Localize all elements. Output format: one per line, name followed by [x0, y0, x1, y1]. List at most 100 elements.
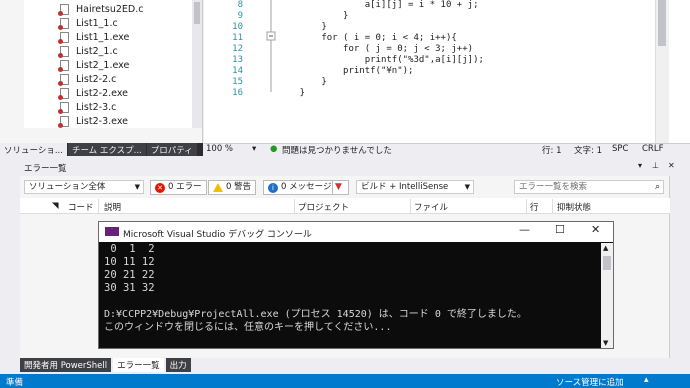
- line-number: 10: [232, 22, 243, 32]
- dropdown-arrow-icon[interactable]: ▾: [638, 161, 642, 170]
- maximize-icon[interactable]: ☐: [555, 223, 565, 236]
- column-header-description[interactable]: 説明: [104, 201, 121, 213]
- column-header-line[interactable]: 行: [530, 201, 539, 213]
- tab-properties[interactable]: プロパティ: [146, 143, 198, 156]
- error-icon: ✕: [155, 182, 165, 193]
- tree-item-file[interactable]: Hairetsu2ED.c: [24, 2, 192, 16]
- filter-icon: ▼: [335, 182, 342, 192]
- c-file-icon: [58, 3, 69, 16]
- console-scroll-thumb[interactable]: [603, 256, 611, 270]
- c-file-icon: [58, 45, 69, 58]
- column-header-file[interactable]: ファイル: [414, 201, 448, 213]
- visual-studio-icon: [105, 227, 119, 236]
- line-number: 15: [232, 77, 243, 87]
- column-divider[interactable]: [552, 199, 553, 213]
- solution-scroll-thumb[interactable]: [194, 2, 200, 24]
- console-title-bar[interactable]: Microsoft Visual Studio デバッグ コンソール — ☐ ✕: [99, 222, 613, 242]
- tree-item-file[interactable]: List1_1.exe: [24, 30, 192, 44]
- column-header-suppression[interactable]: 抑制状態: [557, 201, 591, 213]
- solution-tabs: ソリューショ... チーム エクスプ... プロパティ: [0, 143, 203, 156]
- tree-item-file[interactable]: List2-3.c: [24, 100, 192, 114]
- exe-file-icon: [58, 31, 69, 44]
- tree-item-file[interactable]: List2_1.exe: [24, 58, 192, 72]
- c-file-icon: [58, 17, 69, 30]
- zoom-dropdown-icon[interactable]: ▾: [252, 144, 256, 154]
- warnings-filter-button[interactable]: 0 警告: [208, 180, 257, 195]
- tree-item-file[interactable]: List2-2.exe: [24, 86, 192, 100]
- line-number: 12: [232, 44, 243, 54]
- code-line: }: [278, 88, 306, 98]
- errors-filter-button[interactable]: ✕ 0 エラー: [150, 180, 207, 195]
- code-line: printf("¥n");: [278, 66, 414, 76]
- line-indicator: 行: 1: [542, 146, 562, 156]
- zoom-select[interactable]: 100 %: [206, 144, 233, 154]
- error-search-input[interactable]: エラー一覧を検索 ⌕: [514, 180, 664, 194]
- status-bar: 準備 ソース管理に追加 ▴: [0, 374, 690, 388]
- info-icon: i: [268, 182, 278, 193]
- editor-scroll-thumb[interactable]: [658, 0, 666, 46]
- tab-output[interactable]: 出力: [165, 358, 191, 372]
- messages-filter-button[interactable]: i 0 メッセージ: [263, 180, 337, 195]
- tree-item-file[interactable]: List1_1.c: [24, 16, 192, 30]
- scroll-up-icon[interactable]: ▲: [603, 244, 608, 252]
- issues-status[interactable]: 問題は見つかりませんでした: [282, 144, 392, 156]
- chevron-up-icon[interactable]: ▴: [644, 375, 649, 385]
- c-file-icon: [58, 101, 69, 114]
- sort-icon[interactable]: ◥: [52, 201, 59, 211]
- console-output-line: 10 11 12: [104, 256, 155, 268]
- outline-margin: [266, 0, 276, 92]
- line-number: 14: [232, 66, 243, 76]
- filter-button[interactable]: ▼: [332, 180, 349, 195]
- scroll-down-icon[interactable]: ▼: [603, 339, 608, 347]
- column-divider[interactable]: [526, 199, 527, 213]
- tab-solution-explorer[interactable]: ソリューショ...: [0, 143, 68, 156]
- line-number: 11: [232, 33, 243, 43]
- search-placeholder: エラー一覧を検索: [519, 182, 588, 192]
- code-line: }: [278, 22, 327, 32]
- line-number: 9: [237, 11, 243, 21]
- code-line: }: [278, 77, 327, 87]
- exe-file-icon: [58, 59, 69, 72]
- ready-status: 準備: [6, 378, 24, 388]
- column-header-project[interactable]: プロジェクト: [298, 201, 349, 213]
- column-divider[interactable]: [294, 199, 295, 213]
- tab-team-explorer[interactable]: チーム エクスプ...: [67, 143, 147, 156]
- tree-item-file[interactable]: List2-3.exe: [24, 114, 192, 128]
- column-divider[interactable]: [410, 199, 411, 213]
- line-number: 8: [237, 0, 243, 10]
- pin-icon[interactable]: ⊥: [652, 161, 659, 170]
- chevron-down-icon: ▼: [134, 183, 140, 191]
- check-icon: ●: [270, 144, 278, 154]
- scope-select[interactable]: ソリューション全体 ▼: [24, 180, 144, 194]
- close-icon[interactable]: ✕: [668, 161, 675, 170]
- minimize-icon[interactable]: —: [519, 223, 530, 236]
- warning-icon: [213, 183, 223, 192]
- build-filter-select[interactable]: ビルド + IntelliSense ▼: [356, 180, 474, 194]
- add-to-source-control[interactable]: ソース管理に追加: [556, 376, 624, 388]
- whitespace-indicator[interactable]: SPC: [612, 144, 628, 154]
- line-number: 13: [232, 55, 243, 65]
- tree-item-file[interactable]: List2_1.c: [24, 44, 192, 58]
- column-header-code[interactable]: コード: [68, 201, 94, 213]
- close-icon[interactable]: ✕: [591, 223, 600, 236]
- line-number: 16: [232, 88, 243, 98]
- scope-value: ソリューション全体: [29, 182, 106, 192]
- error-list-title: エラー一覧: [24, 164, 67, 174]
- code-line: a[i][j] = i * 10 + j;: [278, 0, 479, 10]
- build-filter-value: ビルド + IntelliSense: [361, 182, 449, 192]
- column-divider[interactable]: [98, 199, 99, 213]
- code-line: printf("%3d",a[i][j]);: [278, 55, 484, 65]
- console-title: Microsoft Visual Studio デバッグ コンソール: [123, 230, 312, 240]
- tree-item-file[interactable]: List2-2.c: [24, 72, 192, 86]
- search-icon: ⌕: [654, 182, 660, 192]
- tab-developer-powershell[interactable]: 開発者用 PowerShell: [20, 358, 112, 372]
- line-ending-indicator[interactable]: CRLF: [642, 144, 663, 154]
- code-line: for ( j = 0; j < 3; j++): [278, 44, 474, 54]
- solution-tree: Hairetsu2ED.c List1_1.c List1_1.exe List…: [24, 0, 192, 128]
- exe-file-icon: [58, 87, 69, 100]
- error-list-title-bar: エラー一覧 ▾ ⊥ ✕: [20, 160, 690, 174]
- code-line: }: [278, 11, 349, 21]
- console-output-line: 0 1 2: [104, 243, 155, 255]
- tab-error-list[interactable]: エラー一覧: [113, 358, 164, 372]
- console-output-line: 30 31 32: [104, 282, 155, 294]
